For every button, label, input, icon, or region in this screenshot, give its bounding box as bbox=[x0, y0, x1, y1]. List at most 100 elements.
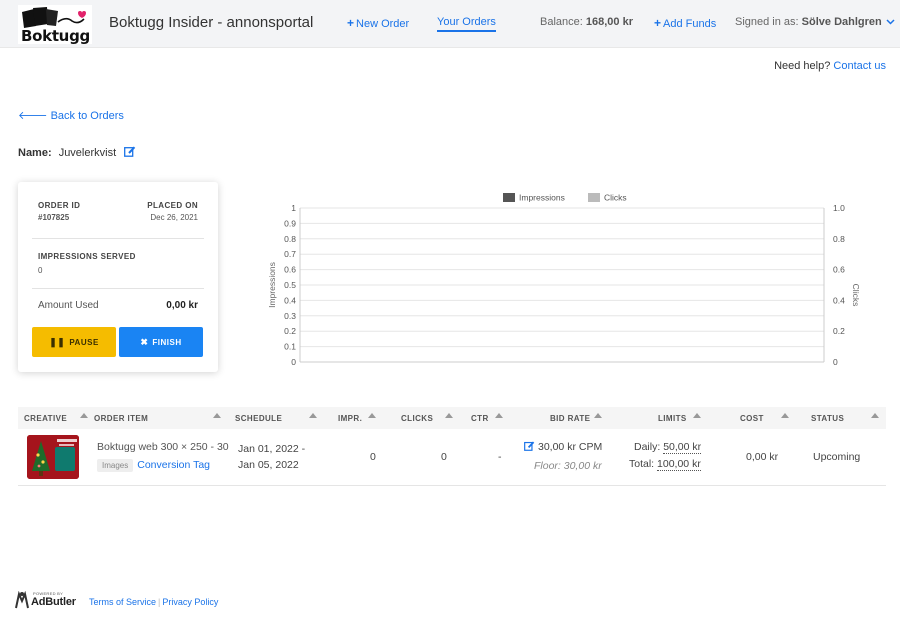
divider bbox=[32, 288, 204, 289]
y-tick-label: 0.7 bbox=[284, 249, 296, 259]
edit-icon[interactable] bbox=[524, 441, 535, 454]
add-funds-label: Add Funds bbox=[663, 18, 717, 30]
footer-divider: | bbox=[158, 597, 161, 607]
sort-icon[interactable] bbox=[693, 413, 701, 418]
plus-icon: + bbox=[347, 16, 355, 30]
legend-label-impressions: Impressions bbox=[519, 193, 565, 203]
close-icon: ✖ bbox=[140, 336, 149, 347]
images-badge: Images bbox=[97, 459, 134, 472]
conversion-tag-link[interactable]: Conversion Tag bbox=[137, 459, 210, 471]
boktugg-logo[interactable]: Boktugg bbox=[18, 5, 92, 45]
divider bbox=[32, 238, 204, 239]
signed-in-label: Signed in as: bbox=[735, 16, 799, 28]
column-header-clicks[interactable]: CLICKS bbox=[401, 414, 433, 423]
y-axis-label: Impressions bbox=[267, 262, 277, 308]
pause-button[interactable]: ❚❚ PAUSE bbox=[32, 327, 116, 357]
footer-links: Terms of Service | Privacy Policy bbox=[89, 597, 218, 607]
column-header-cost[interactable]: COST bbox=[740, 414, 764, 423]
placed-on: Dec 26, 2021 bbox=[150, 213, 198, 222]
y-tick-label: 0.1 bbox=[284, 342, 296, 352]
sort-icon[interactable] bbox=[445, 413, 453, 418]
legend-label-clicks: Clicks bbox=[604, 193, 627, 203]
nav-new-order[interactable]: + New Order bbox=[347, 16, 409, 30]
arrow-left-icon: 🡐 bbox=[18, 110, 48, 122]
sort-icon[interactable] bbox=[213, 413, 221, 418]
column-header-status[interactable]: STATUS bbox=[811, 414, 844, 423]
chevron-down-icon bbox=[886, 16, 895, 28]
column-header-order-item[interactable]: ORDER ITEM bbox=[94, 414, 148, 423]
logo-text: Boktugg bbox=[21, 27, 90, 45]
impressions-served: 0 bbox=[38, 266, 43, 275]
order-item-tags: Images Conversion Tag bbox=[97, 459, 210, 472]
column-header-ctr[interactable]: CTR bbox=[471, 414, 489, 423]
daily-limit-label: Daily: bbox=[634, 441, 661, 453]
finish-button[interactable]: ✖ FINISH bbox=[119, 327, 203, 357]
y2-tick-label: 0 bbox=[833, 357, 838, 367]
top-bar: Boktugg Boktugg Insider - annonsportal +… bbox=[0, 0, 900, 48]
y-tick-label: 0.3 bbox=[284, 311, 296, 321]
sort-icon[interactable] bbox=[781, 413, 789, 418]
y-tick-label: 1 bbox=[291, 203, 296, 213]
app-title: Boktugg Insider - annonsportal bbox=[109, 14, 314, 31]
order-name-value: Juvelerkvist bbox=[58, 146, 117, 159]
column-header-schedule[interactable]: SCHEDULE bbox=[235, 414, 282, 423]
adbutler-logo[interactable]: POWERED BY AdButler bbox=[14, 590, 84, 610]
user-menu[interactable]: Signed in as: Sölve Dahlgren bbox=[735, 16, 895, 28]
y-tick-label: 0 bbox=[291, 357, 296, 367]
contact-us-link[interactable]: Contact us bbox=[833, 60, 886, 72]
total-limit: Total: 100,00 kr bbox=[629, 458, 701, 471]
privacy-link[interactable]: Privacy Policy bbox=[162, 597, 218, 607]
y2-tick-label: 0.4 bbox=[833, 295, 845, 305]
total-limit-label: Total: bbox=[629, 458, 655, 470]
plus-icon: + bbox=[654, 16, 662, 30]
adbutler-icon bbox=[15, 591, 29, 609]
bid-rate: 30,00 kr CPM bbox=[538, 441, 603, 453]
table-row[interactable]: Boktugg web 300 × 250 - 30 Images Convers… bbox=[18, 429, 886, 486]
ctr-cell: - bbox=[498, 451, 502, 463]
balance-label: Balance: bbox=[540, 16, 583, 28]
amount-used: 0,00 kr bbox=[166, 300, 198, 311]
y2-tick-label: 1.0 bbox=[833, 203, 845, 213]
sort-icon[interactable] bbox=[594, 413, 602, 418]
terms-link[interactable]: Terms of Service bbox=[89, 597, 156, 607]
column-header-impr[interactable]: IMPR. bbox=[338, 414, 362, 423]
balance: Balance: 168,00 kr bbox=[540, 16, 633, 28]
order-id: #107825 bbox=[38, 213, 70, 222]
nav-your-orders[interactable]: Your Orders bbox=[437, 16, 496, 32]
y-tick-label: 0.6 bbox=[284, 265, 296, 275]
daily-limit-value[interactable]: 50,00 kr bbox=[663, 441, 702, 454]
finish-label: FINISH bbox=[152, 337, 182, 347]
add-funds-link[interactable]: + Add Funds bbox=[654, 16, 716, 30]
back-to-orders-link[interactable]: 🡐 Back to Orders bbox=[18, 108, 124, 122]
order-name: Name: Juvelerkvist bbox=[18, 146, 136, 160]
order-items-table: CREATIVE ORDER ITEM SCHEDULE IMPR. CLICKS CTR… bbox=[18, 407, 886, 486]
total-limit-value[interactable]: 100,00 kr bbox=[657, 458, 701, 471]
y2-tick-label: 0.8 bbox=[833, 234, 845, 244]
table-header: CREATIVE ORDER ITEM SCHEDULE IMPR. CLICKS CTR… bbox=[18, 407, 886, 429]
legend-swatch-clicks bbox=[588, 193, 600, 202]
pause-icon: ❚❚ bbox=[49, 336, 66, 347]
performance-chart: 0 0.1 0.2 0.3 0.4 0.5 0.6 0.7 0.8 0.9 1 0 0.2 0.4 0.6 0… bbox=[267, 193, 861, 368]
creative-thumbnail[interactable] bbox=[27, 435, 79, 479]
sort-icon[interactable] bbox=[495, 413, 503, 418]
column-header-limits[interactable]: LIMITS bbox=[658, 414, 687, 423]
legend-swatch-impressions bbox=[503, 193, 515, 202]
schedule-end: Jan 05, 2022 bbox=[238, 459, 299, 471]
edit-icon[interactable] bbox=[124, 146, 136, 160]
sort-icon[interactable] bbox=[871, 413, 879, 418]
y-tick-label: 0.4 bbox=[284, 295, 296, 305]
schedule-start: Jan 01, 2022 - bbox=[238, 443, 306, 455]
column-header-bid-rate[interactable]: BID RATE bbox=[550, 414, 590, 423]
column-header-creative[interactable]: CREATIVE bbox=[24, 414, 67, 423]
bid-rate-cell: 30,00 kr CPM bbox=[524, 441, 602, 454]
daily-limit: Daily: 50,00 kr bbox=[634, 441, 702, 454]
sort-icon[interactable] bbox=[80, 413, 88, 418]
order-item-name: Boktugg web 300 × 250 - 30 bbox=[97, 441, 229, 453]
back-label: Back to Orders bbox=[50, 110, 124, 122]
placed-on-label: PLACED ON bbox=[147, 201, 198, 210]
pause-label: PAUSE bbox=[69, 337, 99, 347]
sort-icon[interactable] bbox=[309, 413, 317, 418]
y2-tick-label: 0.6 bbox=[833, 265, 845, 275]
sort-icon[interactable] bbox=[368, 413, 376, 418]
y2-tick-label: 0.2 bbox=[833, 326, 845, 336]
